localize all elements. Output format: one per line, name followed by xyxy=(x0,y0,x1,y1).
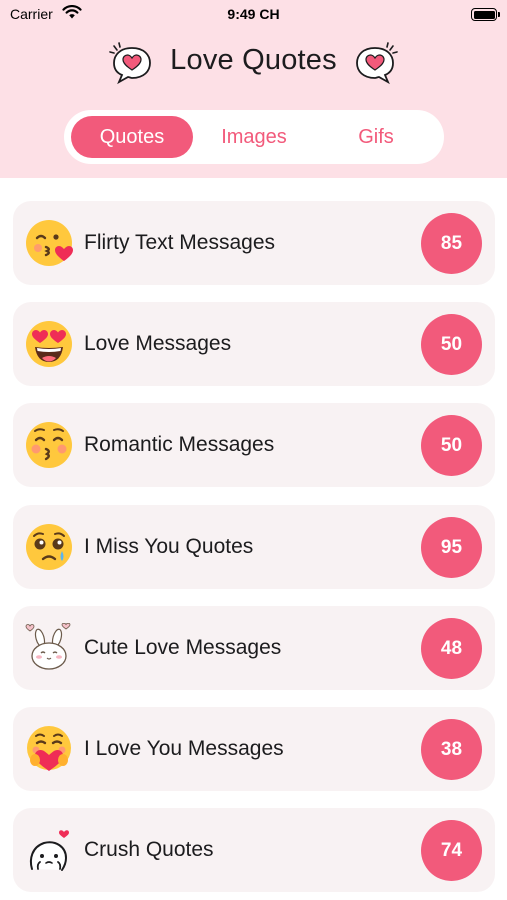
category-item-crush-quotes[interactable]: Crush Quotes 74 xyxy=(13,808,495,892)
category-item-cute-love-messages[interactable]: Cute Love Messages 48 xyxy=(13,606,495,690)
count-badge: 95 xyxy=(421,517,482,578)
battery-icon xyxy=(471,8,497,21)
shy-sticker-icon xyxy=(29,830,69,871)
count-badge: 48 xyxy=(421,618,482,679)
count-badge: 38 xyxy=(421,719,482,780)
tab-images[interactable]: Images xyxy=(193,116,315,158)
header: Carrier 9:49 CH Love Quotes Quotes Image… xyxy=(0,0,507,178)
count-badge: 85 xyxy=(421,213,482,274)
heart-bubble-icon xyxy=(356,42,398,85)
category-label: I Miss You Quotes xyxy=(84,535,254,558)
heart-eyes-face-icon xyxy=(26,321,72,367)
category-item-love-messages[interactable]: Love Messages 50 xyxy=(13,302,495,386)
category-label: Love Messages xyxy=(84,332,232,355)
clock: 9:49 CH xyxy=(227,6,280,22)
tab-segmented-control: Quotes Images Gifs xyxy=(64,110,444,164)
category-label: Romantic Messages xyxy=(84,433,275,456)
app-title: Love Quotes xyxy=(170,44,337,76)
category-item-i-miss-you-quotes[interactable]: I Miss You Quotes 95 xyxy=(13,505,495,589)
category-item-flirty-text-messages[interactable]: Flirty Text Messages 85 xyxy=(13,201,495,285)
tab-gifs[interactable]: Gifs xyxy=(315,116,437,158)
count-badge: 50 xyxy=(421,314,482,375)
pleading-tear-face-icon xyxy=(26,524,72,570)
category-label: Cute Love Messages xyxy=(84,636,282,659)
tab-quotes[interactable]: Quotes xyxy=(71,116,193,158)
status-bar: Carrier 9:49 CH xyxy=(0,0,507,30)
count-badge: 74 xyxy=(421,820,482,881)
bunny-sticker-icon xyxy=(25,623,71,670)
category-item-i-love-you-messages[interactable]: I Love You Messages 38 xyxy=(13,707,495,791)
category-label: I Love You Messages xyxy=(84,737,284,760)
kissing-closed-eyes-face-icon xyxy=(26,422,72,468)
hugging-heart-face-icon xyxy=(27,726,71,771)
count-badge: 50 xyxy=(421,415,482,476)
category-label: Flirty Text Messages xyxy=(84,231,275,254)
category-item-romantic-messages[interactable]: Romantic Messages 50 xyxy=(13,403,495,487)
kissing-face-icon xyxy=(26,220,73,266)
category-label: Crush Quotes xyxy=(84,838,214,861)
